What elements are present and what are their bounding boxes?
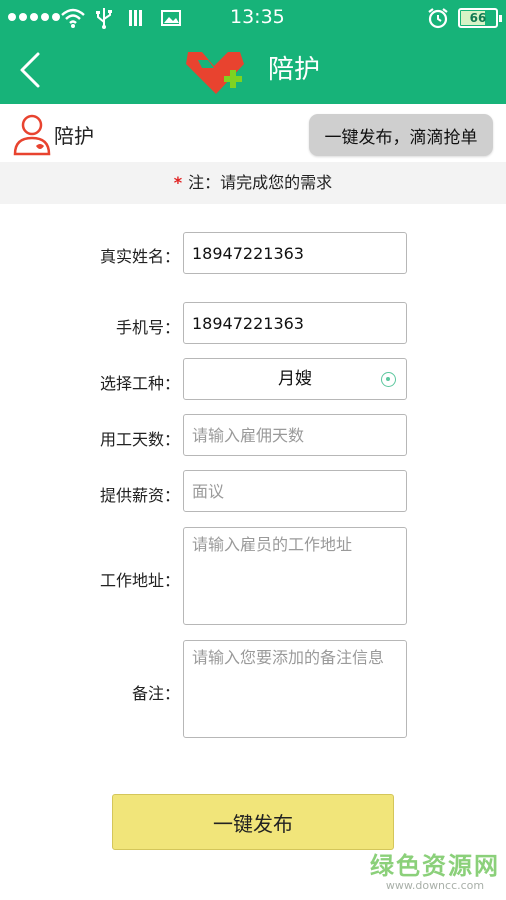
- job-type-value: 月嫂: [278, 369, 312, 389]
- name-input[interactable]: [183, 232, 407, 274]
- nurse-user-icon: [13, 114, 51, 156]
- quick-publish-top-button[interactable]: 一键发布，滴滴抢单: [309, 114, 493, 156]
- status-bar: 13:35 66: [0, 0, 506, 36]
- days-input[interactable]: [183, 414, 407, 456]
- usb-icon: [96, 8, 112, 29]
- notice-text: 注：请完成您的需求: [188, 173, 333, 192]
- phone-label: 手机号：: [115, 318, 180, 337]
- job-type-label: 选择工种：: [99, 374, 180, 393]
- required-star: *: [173, 173, 183, 192]
- publish-button[interactable]: 一键发布: [112, 794, 394, 850]
- salary-input[interactable]: [183, 470, 407, 512]
- sub-header: 陪护 一键发布，滴滴抢单: [0, 104, 506, 162]
- heart-plus-logo-icon: [186, 52, 244, 94]
- sd-card-icon: [129, 10, 142, 26]
- job-type-select[interactable]: 月嫂: [183, 358, 407, 400]
- radio-dot-icon: [381, 372, 396, 387]
- image-icon: [161, 10, 181, 26]
- watermark: 绿色资源网 www.downcc.com: [370, 846, 500, 892]
- watermark-url: www.downcc.com: [385, 879, 485, 892]
- signal-icon: [8, 13, 60, 21]
- salary-label: 提供薪资：: [99, 486, 180, 505]
- service-label: 陪护: [54, 124, 94, 148]
- remark-label: 备注：: [131, 684, 180, 703]
- name-label: 真实姓名：: [99, 247, 180, 266]
- address-input[interactable]: [183, 527, 407, 625]
- phone-input[interactable]: [183, 302, 407, 344]
- watermark-text: 绿色资源网: [370, 852, 500, 880]
- notice-bar: * 注：请完成您的需求: [0, 162, 506, 204]
- address-label: 工作地址：: [99, 571, 180, 590]
- title-bar: 陪护: [0, 36, 506, 104]
- battery-icon: 66: [458, 8, 502, 28]
- remark-input[interactable]: [183, 640, 407, 738]
- wifi-icon: [61, 8, 85, 28]
- page-title: 陪护: [268, 55, 321, 85]
- days-label: 用工天数：: [99, 430, 180, 449]
- clock-time: 13:35: [230, 6, 285, 28]
- battery-level: 66: [469, 11, 487, 25]
- alarm-icon: [428, 8, 448, 29]
- back-button[interactable]: [10, 50, 50, 90]
